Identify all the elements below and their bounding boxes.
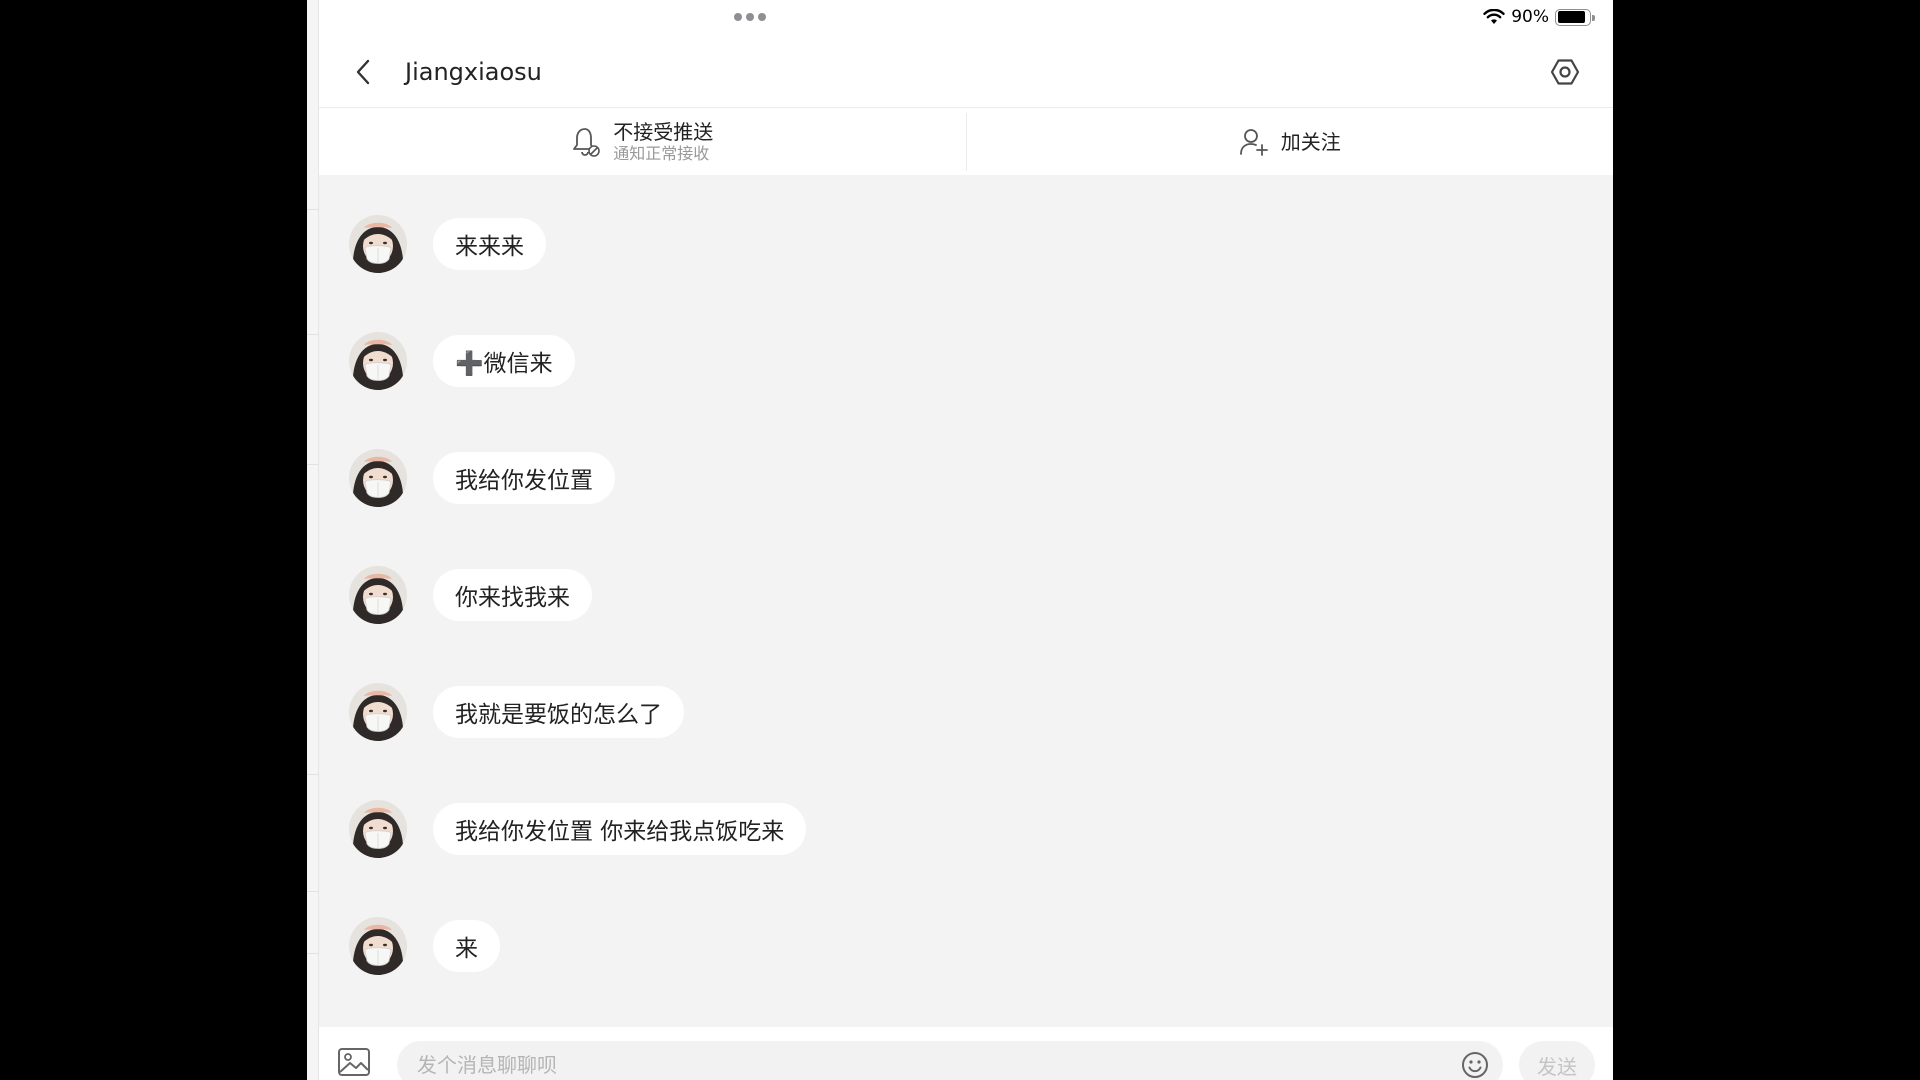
status-bar: 90%	[1483, 6, 1595, 28]
message-bubble[interactable]: 来来来	[433, 218, 546, 270]
avatar[interactable]	[349, 683, 407, 741]
push-setting-label: 不接受推送	[613, 120, 714, 144]
image-picker-button[interactable]	[337, 1047, 371, 1077]
avatar[interactable]	[349, 449, 407, 507]
message-row: 你来找我来	[349, 566, 592, 624]
message-row: 我就是要饭的怎么了	[349, 683, 684, 741]
chevron-left-icon	[356, 59, 370, 85]
background-list-edge	[307, 0, 319, 1080]
wifi-icon	[1483, 9, 1505, 24]
avatar[interactable]	[349, 800, 407, 858]
message-row: 来来来	[349, 215, 546, 273]
message-bubble[interactable]: 你来找我来	[433, 569, 592, 621]
add-user-icon	[1239, 129, 1268, 156]
avatar[interactable]	[349, 917, 407, 975]
chat-header: Jiangxiaosu	[319, 36, 1613, 108]
follow-button[interactable]: 加关注	[967, 109, 1614, 175]
emoji-icon	[1462, 1052, 1488, 1078]
image-icon	[338, 1048, 370, 1076]
page-title: Jiangxiaosu	[405, 58, 542, 86]
back-button[interactable]	[347, 56, 379, 88]
message-bubble[interactable]: 我给你发位置 你来给我点饭吃来	[433, 803, 807, 855]
send-button[interactable]: 发送	[1519, 1041, 1595, 1080]
app-window: 90% Jiangxiaosu 不接受推送 通知正常接收 加关注 来来来 ➕微信…	[307, 0, 1613, 1080]
message-bubble[interactable]: 我就是要饭的怎么了	[433, 686, 684, 738]
message-bubble[interactable]: 来	[433, 920, 500, 972]
avatar[interactable]	[349, 332, 407, 390]
avatar[interactable]	[349, 566, 407, 624]
chat-action-bar: 不接受推送 通知正常接收 加关注	[319, 109, 1613, 175]
push-setting-sublabel: 通知正常接收	[613, 144, 710, 163]
chat-screen: 90% Jiangxiaosu 不接受推送 通知正常接收 加关注 来来来 ➕微信…	[319, 0, 1613, 1080]
message-list[interactable]: 来来来 ➕微信来我给你发位置 你来找我来我就是要饭的怎么了我给你发位置 你来给我点饭…	[319, 175, 1613, 1027]
follow-label: 加关注	[1280, 130, 1341, 154]
message-row: 我给你发位置 你来给我点饭吃来	[349, 800, 807, 858]
message-row: 来	[349, 917, 500, 975]
hexagon-gear-icon	[1550, 59, 1580, 85]
battery-percent: 90%	[1511, 7, 1549, 27]
message-bubble[interactable]: ➕微信来	[433, 335, 575, 387]
emoji-button[interactable]	[1461, 1051, 1489, 1079]
multitasking-indicator[interactable]	[734, 13, 766, 21]
message-row: 我给你发位置	[349, 449, 615, 507]
message-input[interactable]	[397, 1041, 1503, 1080]
chat-settings-button[interactable]	[1547, 54, 1583, 90]
push-setting-button[interactable]: 不接受推送 通知正常接收	[319, 113, 967, 171]
message-bubble[interactable]: 我给你发位置	[433, 452, 615, 504]
avatar[interactable]	[349, 215, 407, 273]
message-input-bar: 发送	[319, 1027, 1613, 1080]
bell-off-icon	[573, 128, 601, 157]
message-row: ➕微信来	[349, 332, 575, 390]
battery-icon	[1555, 8, 1595, 26]
